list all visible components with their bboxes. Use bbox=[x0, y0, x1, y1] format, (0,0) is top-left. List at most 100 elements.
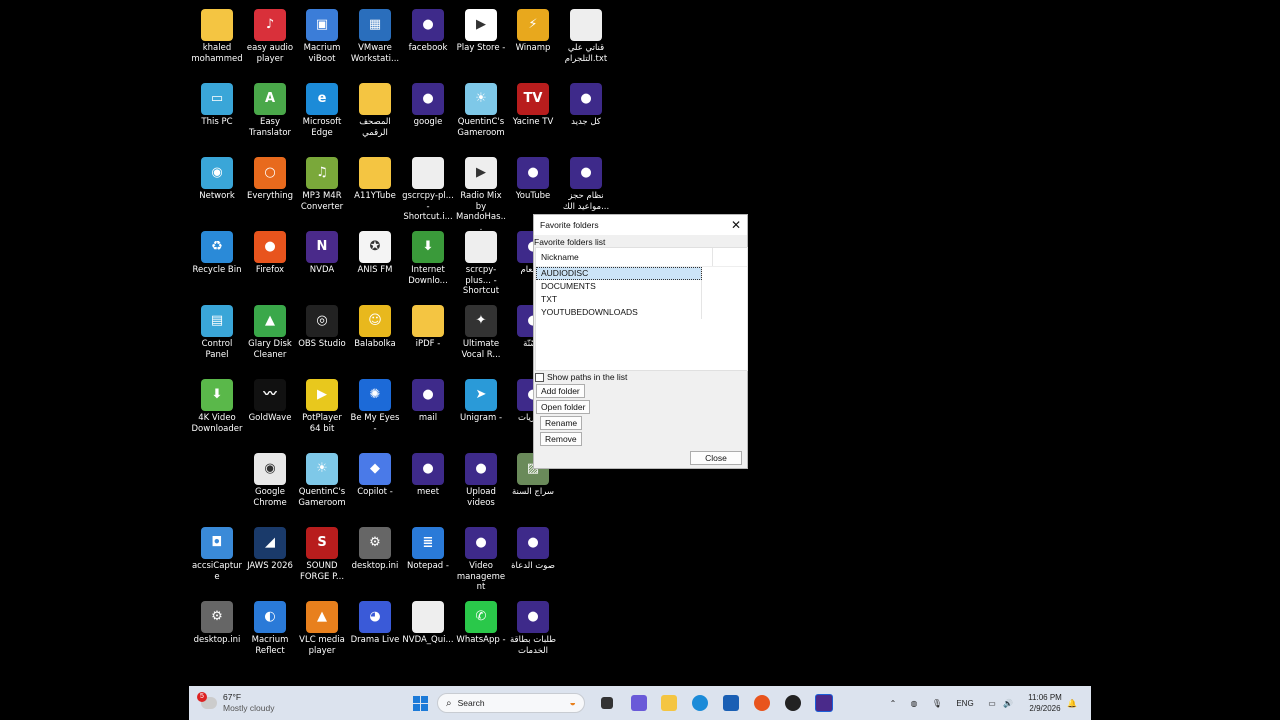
desktop-icon[interactable]: ◉ Google Chrome bbox=[244, 449, 296, 508]
desktop-icon[interactable]: ● mail bbox=[402, 375, 454, 424]
add-folder-button[interactable]: Add folder bbox=[536, 384, 585, 398]
desktop-icon[interactable]: ✦ Ultimate Vocal R... bbox=[455, 301, 507, 360]
desktop-icon[interactable]: ▶ Radio Mix by MandoHas... bbox=[455, 153, 507, 233]
desktop-icon[interactable]: ◘ accsiCapture bbox=[191, 523, 243, 582]
desktop-icon[interactable]: ▦ VMware Workstati... bbox=[349, 5, 401, 64]
start-button[interactable] bbox=[409, 686, 431, 720]
desktop-icon-label: Drama Live bbox=[350, 635, 400, 645]
task-view-button[interactable] bbox=[597, 686, 617, 720]
desktop-icon[interactable]: ● google bbox=[402, 79, 454, 128]
desktop-icon[interactable]: ♪ easy audio player bbox=[244, 5, 296, 64]
close-button[interactable]: Close bbox=[690, 451, 742, 465]
firefox-shortcut-icon: ● bbox=[517, 601, 549, 633]
chevron-up-icon[interactable]: ⌃ bbox=[887, 686, 899, 720]
desktop-icon[interactable]: scrcpy-plus... - Shortcut bbox=[455, 227, 507, 297]
desktop-icon[interactable]: ● Firefox bbox=[244, 227, 296, 276]
desktop-icon[interactable]: ⚡ Winamp bbox=[507, 5, 559, 54]
network-status-icon[interactable]: ◍ bbox=[907, 686, 921, 720]
desktop-icon[interactable]: ✪ ANIS FM bbox=[349, 227, 401, 276]
desktop-icon[interactable]: المصحف الرقمي bbox=[349, 79, 401, 138]
desktop-icon[interactable]: S SOUND FORGE P... bbox=[296, 523, 348, 582]
search-input[interactable]: ⌕ Search ◒ bbox=[437, 693, 585, 713]
nvda-icon bbox=[815, 694, 833, 712]
remove-button[interactable]: Remove bbox=[540, 432, 582, 446]
show-paths-checkbox[interactable]: Show paths in the list bbox=[535, 372, 627, 382]
weather-widget[interactable]: 5 67°F Mostly cloudy bbox=[197, 686, 291, 720]
taskbar-app-nvda[interactable] bbox=[814, 686, 834, 720]
rename-button[interactable]: Rename bbox=[540, 416, 583, 430]
desktop-icon[interactable]: ✆ WhatsApp - bbox=[455, 597, 507, 646]
desktop-icon[interactable]: ☺ Balabolka bbox=[349, 301, 401, 350]
desktop-icon[interactable]: ● طلبات بطاقة الخدمات bbox=[507, 597, 559, 656]
list-header[interactable]: Nickname bbox=[536, 248, 747, 267]
accsicapture-icon: ◘ bbox=[201, 527, 233, 559]
desktop-icon[interactable]: ● facebook bbox=[402, 5, 454, 54]
desktop-icon[interactable]: ◕ Drama Live bbox=[349, 597, 401, 646]
desktop-icon[interactable]: ▣ Macrium viBoot bbox=[296, 5, 348, 64]
desktop-icon[interactable]: ● كل جديد bbox=[560, 79, 612, 128]
desktop-icon[interactable]: ● نظام حجز مواعيد الك... bbox=[560, 153, 612, 212]
desktop-icon[interactable]: ◆ Copilot - bbox=[349, 449, 401, 498]
desktop-icon[interactable]: ✺ Be My Eyes - bbox=[349, 375, 401, 434]
desktop-icon[interactable]: ● صوت الدعاة bbox=[507, 523, 559, 572]
checkbox-box[interactable] bbox=[535, 372, 544, 382]
desktop-icon[interactable]: ● Video management bbox=[455, 523, 507, 593]
desktop-icon[interactable]: ⚙ desktop.ini bbox=[349, 523, 401, 572]
gameroom-icon: ☀ bbox=[306, 453, 338, 485]
desktop-icon[interactable]: ☀ QuentinC's Gameroom bbox=[296, 449, 348, 508]
taskbar-app-store[interactable] bbox=[721, 686, 741, 720]
desktop-icon[interactable]: ● meet bbox=[402, 449, 454, 498]
desktop-icon[interactable]: ➤ Unigram - bbox=[455, 375, 507, 424]
desktop-icon[interactable]: ⚙ desktop.ini bbox=[191, 597, 243, 646]
desktop-icon[interactable]: ▲ VLC media player bbox=[296, 597, 348, 656]
desktop-icon[interactable]: iPDF - bbox=[402, 301, 454, 350]
desktop-icon[interactable]: ⬇ 4K Video Downloader bbox=[191, 375, 243, 434]
desktop-icon[interactable]: ♻ Recycle Bin bbox=[191, 227, 243, 276]
desktop-icon[interactable]: ○ Everything bbox=[244, 153, 296, 202]
desktop-icon[interactable]: N NVDA bbox=[296, 227, 348, 276]
taskbar-app-explorer[interactable] bbox=[659, 686, 679, 720]
clock[interactable]: 11:06 PM 2/9/2026 bbox=[1021, 686, 1069, 720]
desktop-icon[interactable]: ▤ Control Panel bbox=[191, 301, 243, 360]
desktop-icon[interactable]: ● YouTube bbox=[507, 153, 559, 202]
list-item[interactable]: TXT bbox=[536, 293, 747, 306]
desktop-icon[interactable]: TV Yacine TV bbox=[507, 79, 559, 128]
desktop-icon[interactable]: ● Upload videos bbox=[455, 449, 507, 508]
desktop-icon[interactable]: ⬇ Internet Downlo... bbox=[402, 227, 454, 286]
desktop-icon[interactable]: gscrcpy-pl... - Shortcut.i... bbox=[402, 153, 454, 223]
desktop-icon[interactable]: e Microsoft Edge bbox=[296, 79, 348, 138]
close-icon[interactable]: ✕ bbox=[731, 218, 741, 232]
taskbar-app-edge[interactable] bbox=[690, 686, 710, 720]
favorite-folders-list[interactable]: Nickname AUDIODISC DOCUMENTS TXT YOUTUBE… bbox=[535, 247, 748, 371]
desktop-icon[interactable]: قناتي علي التلجرام.txt bbox=[560, 5, 612, 64]
desktop-icon[interactable]: ◎ OBS Studio bbox=[296, 301, 348, 350]
notification-bell-icon[interactable]: 🔔 bbox=[1065, 686, 1079, 720]
desktop-icon[interactable]: ▲ Glary Disk Cleaner bbox=[244, 301, 296, 360]
desktop-icon[interactable]: A11YTube bbox=[349, 153, 401, 202]
desktop-icon[interactable]: ◢ JAWS 2026 bbox=[244, 523, 296, 572]
list-item[interactable]: YOUTUBEDOWNLOADS bbox=[536, 306, 747, 319]
desktop-icon[interactable]: ♫ MP3 M4R Converter bbox=[296, 153, 348, 212]
desktop-icon[interactable]: ◐ Macrium Reflect bbox=[244, 597, 296, 656]
desktop-icon[interactable]: 〰 GoldWave bbox=[244, 375, 296, 424]
desktop-icon[interactable]: khaled mohammed bbox=[191, 5, 243, 64]
desktop-icon[interactable]: ▶ Play Store - bbox=[455, 5, 507, 54]
desktop-icon[interactable]: NVDA_Qui... bbox=[402, 597, 454, 646]
desktop-icon[interactable]: ▶ PotPlayer 64 bit bbox=[296, 375, 348, 434]
taskbar-app-obs[interactable] bbox=[783, 686, 803, 720]
desktop-icon[interactable]: ◉ Network bbox=[191, 153, 243, 202]
open-folder-button[interactable]: Open folder bbox=[536, 400, 591, 414]
desktop-icon[interactable]: ▭ This PC bbox=[191, 79, 243, 128]
desktop-icon[interactable]: ≣ Notepad - bbox=[402, 523, 454, 572]
desktop-icon[interactable]: A Easy Translator bbox=[244, 79, 296, 138]
list-item[interactable]: AUDIODISC bbox=[536, 267, 747, 280]
speaker-icon[interactable]: 🔊 bbox=[1001, 686, 1015, 720]
wifi-icon[interactable]: ▭ bbox=[985, 686, 999, 720]
list-item[interactable]: DOCUMENTS bbox=[536, 280, 747, 293]
desktop-icon[interactable]: ☀ QuentinC's Gameroom bbox=[455, 79, 507, 138]
nickname-column-header[interactable]: Nickname bbox=[536, 248, 713, 266]
taskbar-app-firefox[interactable] bbox=[752, 686, 772, 720]
language-indicator[interactable]: ENG bbox=[953, 686, 977, 720]
microphone-icon[interactable]: 🎙 bbox=[931, 686, 943, 720]
taskbar-app-teams[interactable] bbox=[629, 686, 649, 720]
